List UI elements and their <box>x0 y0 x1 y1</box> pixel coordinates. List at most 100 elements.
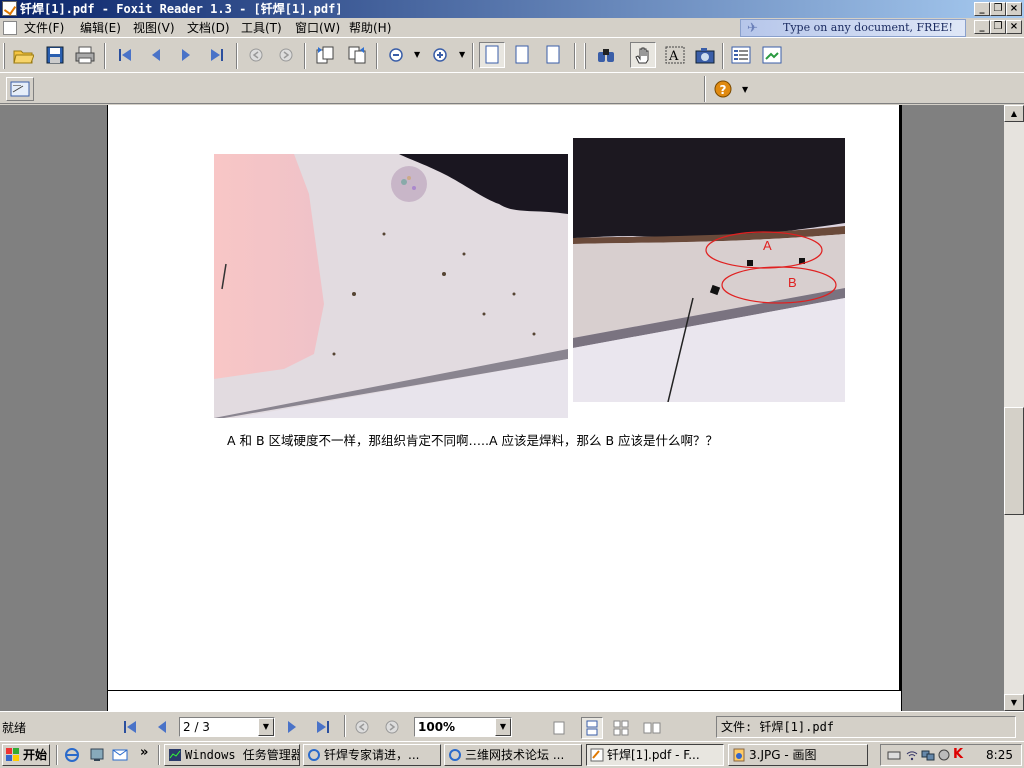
find-icon[interactable] <box>593 42 619 68</box>
svg-text:?: ? <box>720 83 727 97</box>
zoom-field[interactable]: 100% ▼ <box>414 717 512 737</box>
scroll-up-button[interactable]: ▲ <box>1004 105 1024 122</box>
task-label: 3.JPG - 画图 <box>749 748 817 762</box>
zoom-dropdown-icon[interactable]: ▼ <box>495 718 511 736</box>
toolbar-separator <box>472 43 474 69</box>
doc-close-button[interactable]: × <box>1006 20 1022 34</box>
save-icon[interactable] <box>42 42 68 68</box>
open-icon[interactable] <box>10 42 36 68</box>
close-button[interactable]: × <box>1006 2 1022 16</box>
document-icon[interactable] <box>3 21 17 35</box>
menu-window[interactable]: 窗口(W) <box>295 20 340 36</box>
forward-icon[interactable] <box>273 42 299 68</box>
region-label-a: A <box>763 238 772 253</box>
task-forum-page-1[interactable]: 钎焊专家请进，... <box>303 744 441 766</box>
ie-page-icon <box>307 748 321 762</box>
facing-layout-icon[interactable] <box>643 720 661 739</box>
help-dropdown-icon[interactable]: ▼ <box>742 85 748 94</box>
help-icon[interactable]: ? <box>714 80 732 101</box>
insert-page-icon[interactable] <box>312 42 338 68</box>
first-page-icon[interactable] <box>112 42 138 68</box>
window-title: 钎焊[1].pdf - Foxit Reader 1.3 - [钎焊[1].pd… <box>20 2 343 16</box>
fit-page-icon[interactable] <box>509 42 535 68</box>
doc-restore-button[interactable]: ❐ <box>990 20 1006 34</box>
scroll-thumb[interactable] <box>1004 407 1024 515</box>
vertical-scrollbar[interactable]: ▲ ▼ <box>1004 105 1024 711</box>
micrograph-image-left <box>214 154 568 418</box>
toolbar-separator <box>376 43 378 69</box>
zoom-in-dropdown-icon[interactable]: ▼ <box>459 50 465 59</box>
network-tray-icon[interactable] <box>921 748 935 765</box>
wifi-tray-icon[interactable] <box>905 748 919 765</box>
status-text: 就绪 <box>2 721 27 735</box>
back-icon[interactable] <box>243 42 269 68</box>
ie-page-icon <box>448 748 462 762</box>
extract-page-icon[interactable] <box>344 42 370 68</box>
zoom-in-icon[interactable] <box>428 42 454 68</box>
menu-edit[interactable]: 编辑(E) <box>80 20 121 36</box>
desktop-quicklaunch-icon[interactable] <box>89 747 105 766</box>
status-last-page-icon[interactable] <box>314 719 332 738</box>
status-first-page-icon[interactable] <box>121 719 139 738</box>
toolbar-grip <box>3 43 5 69</box>
page-number-field[interactable]: 2 / 3 ▼ <box>179 717 275 737</box>
facing-continuous-layout-icon[interactable] <box>613 720 629 739</box>
volume-tray-icon[interactable] <box>937 748 951 765</box>
document-caption: A 和 B 区域硬度不一样，那组织肯定不同啊…..A 应该是焊料，那么 B 应该… <box>227 433 719 448</box>
antivirus-tray-icon[interactable]: K <box>953 747 963 762</box>
paper-plane-icon: ✈ <box>747 21 758 36</box>
page-dropdown-icon[interactable]: ▼ <box>258 718 274 736</box>
file-name-text: 文件: 钎焊[1].pdf <box>721 720 835 734</box>
bookmarks-icon[interactable] <box>728 42 754 68</box>
status-next-page-icon[interactable] <box>284 719 300 738</box>
minimize-button[interactable]: _ <box>974 2 990 16</box>
menu-tools[interactable]: 工具(T) <box>241 20 282 36</box>
single-page-view-icon[interactable] <box>479 42 505 68</box>
task-task-manager[interactable]: Windows 任务管理器 <box>164 744 300 766</box>
page-thumbnails-icon[interactable] <box>759 42 785 68</box>
print-icon[interactable] <box>72 42 98 68</box>
foxit-app-icon[interactable] <box>2 1 17 16</box>
zoom-out-icon[interactable] <box>384 42 410 68</box>
pdf-page-next <box>107 690 902 711</box>
doc-minimize-button[interactable]: _ <box>974 20 990 34</box>
typewriter-icon[interactable] <box>6 77 34 101</box>
hand-tool-icon[interactable] <box>630 42 656 68</box>
last-page-icon[interactable] <box>204 42 230 68</box>
menu-view[interactable]: 视图(V) <box>133 20 175 36</box>
task-paint[interactable]: 3.JPG - 画图 <box>728 744 868 766</box>
menu-help[interactable]: 帮助(H) <box>349 20 391 36</box>
single-page-layout-icon[interactable] <box>551 720 567 739</box>
outlook-quicklaunch-icon[interactable] <box>112 747 128 766</box>
ad-banner-text: Type on any document, FREE! <box>783 21 953 34</box>
fit-width-icon[interactable] <box>540 42 566 68</box>
taskbar: 开始 » Windows 任务管理器 钎焊专家请进，... 三维网技术论坛 ..… <box>0 741 1024 768</box>
status-back-icon[interactable] <box>354 719 370 738</box>
scroll-down-button[interactable]: ▼ <box>1004 694 1024 711</box>
document-viewer[interactable]: A B A 和 B 区域硬度不一样，那组织肯定不同啊…..A 应该是焊料，那么 … <box>0 105 1004 711</box>
zoom-out-dropdown-icon[interactable]: ▼ <box>414 50 420 59</box>
continuous-layout-icon[interactable] <box>581 717 603 739</box>
keyboard-tray-icon[interactable] <box>887 748 901 765</box>
menu-document[interactable]: 文档(D) <box>187 20 230 36</box>
status-previous-page-icon[interactable] <box>154 719 170 738</box>
task-label: 钎焊[1].pdf - F... <box>607 748 700 762</box>
next-page-icon[interactable] <box>173 42 199 68</box>
ie-quicklaunch-icon[interactable] <box>64 747 80 766</box>
ad-banner[interactable]: ✈ Type on any document, FREE! <box>740 19 966 37</box>
task-label: 钎焊专家请进，... <box>324 748 420 762</box>
title-bar: 钎焊[1].pdf - Foxit Reader 1.3 - [钎焊[1].pd… <box>0 0 1024 18</box>
quicklaunch-more-chevron[interactable]: » <box>140 745 148 760</box>
start-button[interactable]: 开始 <box>2 744 50 766</box>
restore-button[interactable]: ❐ <box>990 2 1006 16</box>
status-forward-icon[interactable] <box>384 719 400 738</box>
task-forum-page-2[interactable]: 三维网技术论坛 ... <box>444 744 582 766</box>
task-manager-icon <box>168 748 182 762</box>
snapshot-icon[interactable] <box>692 42 718 68</box>
previous-page-icon[interactable] <box>143 42 169 68</box>
menu-file[interactable]: 文件(F) <box>24 20 64 36</box>
taskbar-separator <box>158 745 160 765</box>
task-foxit-reader[interactable]: 钎焊[1].pdf - F... <box>586 744 724 766</box>
micrograph-image-right: A B <box>573 138 845 402</box>
text-select-icon[interactable]: A <box>662 42 688 68</box>
